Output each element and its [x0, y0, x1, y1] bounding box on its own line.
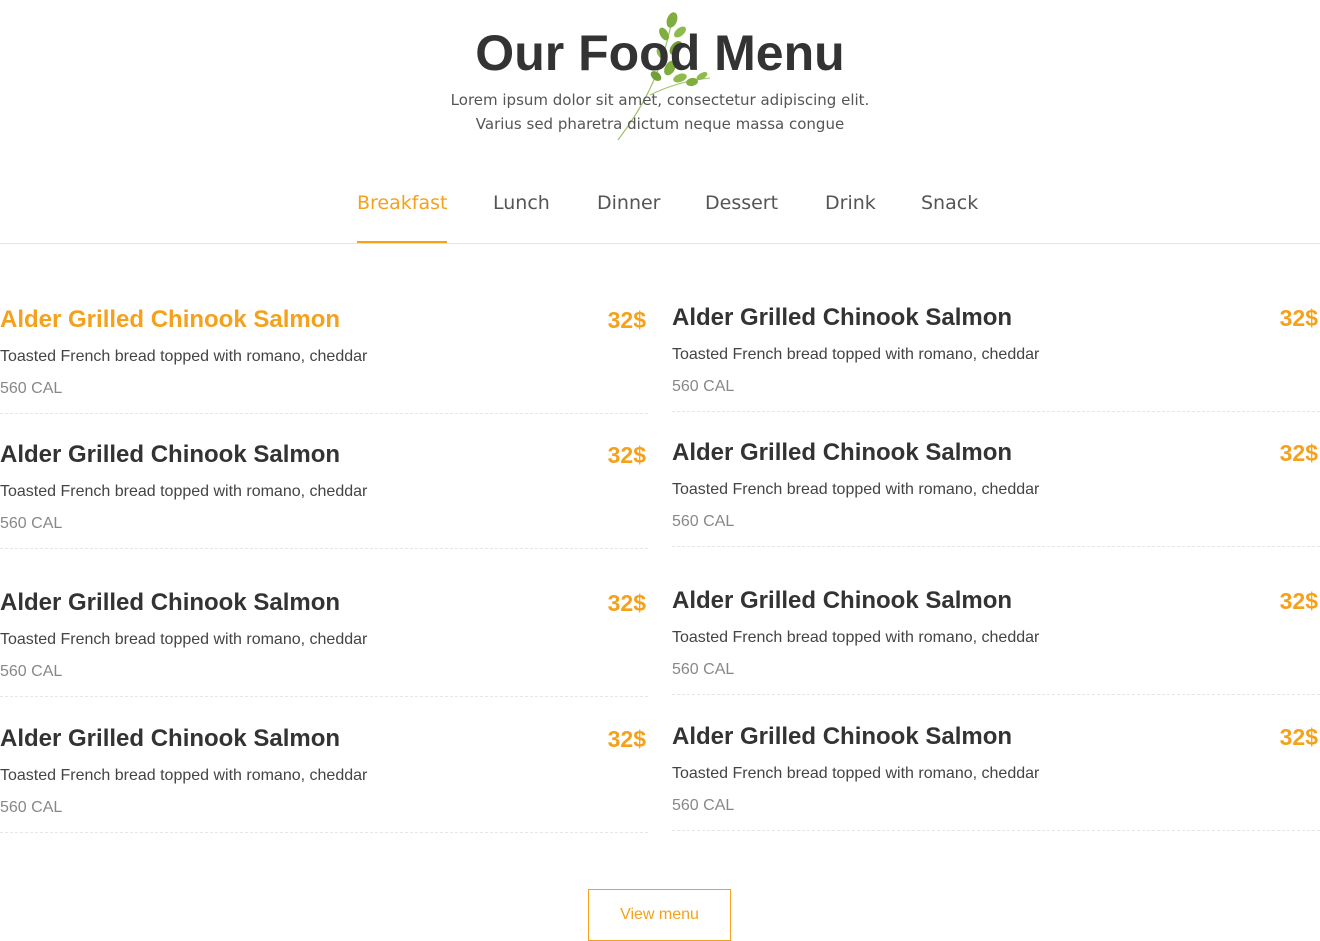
menu-item-name: Alder Grilled Chinook Salmon [0, 441, 341, 468]
menu-item-description: Toasted French bread topped with romano,… [0, 483, 368, 500]
menu-item-description: Toasted French bread topped with romano,… [0, 767, 368, 784]
menu-item-name: Alder Grilled Chinook Salmon [0, 306, 341, 333]
menu-item-calories: 560 CAL [672, 513, 735, 530]
menu-item-description: Toasted French bread topped with romano,… [672, 629, 1040, 646]
tab-dinner[interactable]: Dinner [597, 192, 661, 243]
menu-item-price: 32$ [1279, 440, 1318, 466]
menu-item-price: 32$ [1279, 305, 1318, 331]
tab-dessert[interactable]: Dessert [705, 192, 778, 243]
menu-item-description: Toasted French bread topped with romano,… [0, 631, 368, 648]
tab-lunch[interactable]: Lunch [493, 192, 550, 243]
menu-item-calories: 560 CAL [672, 661, 735, 678]
menu-item[interactable]: Alder Grilled Chinook Salmon 32$ Toasted… [0, 724, 648, 833]
menu-item-name: Alder Grilled Chinook Salmon [672, 723, 1013, 750]
menu-item-description: Toasted French bread topped with romano,… [0, 348, 368, 365]
tab-drink[interactable]: Drink [825, 192, 876, 243]
menu-item-price: 32$ [1279, 588, 1318, 614]
menu-item[interactable]: Alder Grilled Chinook Salmon 32$ Toasted… [0, 305, 648, 414]
tab-breakfast[interactable]: Breakfast [357, 192, 448, 243]
menu-item-price: 32$ [607, 442, 646, 468]
menu-item-price: 32$ [1279, 724, 1318, 750]
menu-item-description: Toasted French bread topped with romano,… [672, 346, 1040, 363]
menu-item-calories: 560 CAL [672, 797, 735, 814]
menu-item[interactable]: Alder Grilled Chinook Salmon 32$ Toasted… [672, 303, 1320, 412]
menu-item-name: Alder Grilled Chinook Salmon [672, 439, 1013, 466]
menu-category-tabs: Breakfast Lunch Dinner Dessert Drink Sna… [0, 180, 1320, 244]
menu-item[interactable]: Alder Grilled Chinook Salmon 32$ Toasted… [0, 440, 648, 549]
menu-item-calories: 560 CAL [672, 378, 735, 395]
menu-item-price: 32$ [607, 726, 646, 752]
menu-header: Our Food Menu Lorem ipsum dolor sit amet… [0, 0, 1320, 150]
menu-item-name: Alder Grilled Chinook Salmon [0, 589, 341, 616]
menu-item-name: Alder Grilled Chinook Salmon [672, 587, 1013, 614]
subtitle-line: Varius sed pharetra dictum neque massa c… [475, 115, 845, 133]
tab-snack[interactable]: Snack [921, 192, 978, 243]
menu-item-calories: 560 CAL [0, 515, 63, 532]
menu-item-calories: 560 CAL [0, 380, 63, 397]
page-title: Our Food Menu [475, 25, 845, 81]
view-menu-button[interactable]: View menu [588, 889, 731, 941]
page-subtitle: Lorem ipsum dolor sit amet, consectetur … [0, 88, 1320, 136]
menu-item[interactable]: Alder Grilled Chinook Salmon 32$ Toasted… [672, 586, 1320, 695]
menu-item-description: Toasted French bread topped with romano,… [672, 481, 1040, 498]
menu-item-description: Toasted French bread topped with romano,… [672, 765, 1040, 782]
menu-item-calories: 560 CAL [0, 799, 63, 816]
menu-item[interactable]: Alder Grilled Chinook Salmon 32$ Toasted… [672, 722, 1320, 831]
menu-item[interactable]: Alder Grilled Chinook Salmon 32$ Toasted… [0, 588, 648, 697]
subtitle-line: Lorem ipsum dolor sit amet, consectetur … [450, 91, 870, 109]
menu-item-price: 32$ [607, 590, 646, 616]
menu-item[interactable]: Alder Grilled Chinook Salmon 32$ Toasted… [672, 438, 1320, 547]
menu-item-calories: 560 CAL [0, 663, 63, 680]
menu-item-name: Alder Grilled Chinook Salmon [672, 304, 1013, 331]
menu-item-name: Alder Grilled Chinook Salmon [0, 725, 341, 752]
menu-item-price: 32$ [607, 307, 646, 333]
